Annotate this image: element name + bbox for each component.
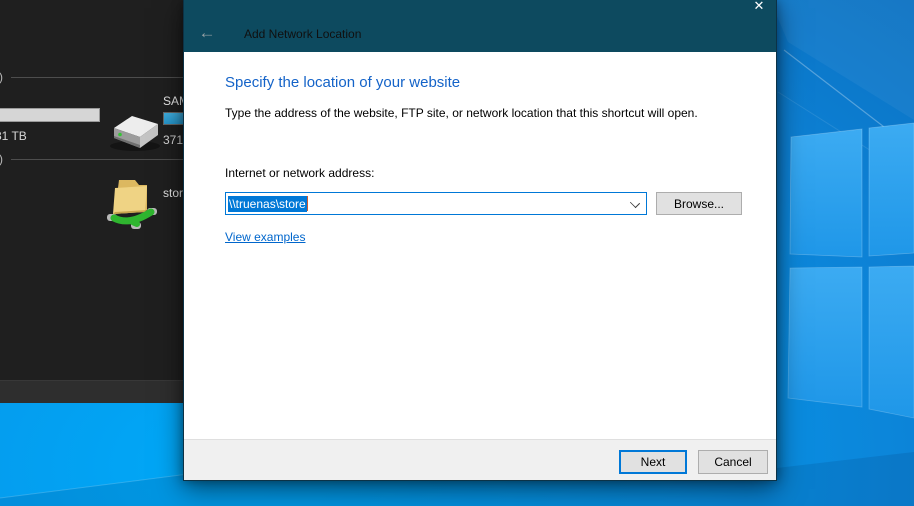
back-icon: ← bbox=[199, 23, 216, 42]
address-combobox[interactable]: \\truenas\store bbox=[225, 192, 647, 215]
network-share-label: stor bbox=[163, 186, 183, 200]
text-caret bbox=[307, 196, 308, 211]
hard-drive-icon bbox=[106, 108, 164, 154]
group-divider-line bbox=[11, 159, 200, 160]
dialog-titlebar: ← Add Network Location ✕ bbox=[184, 0, 776, 52]
cancel-button[interactable]: Cancel bbox=[698, 450, 768, 474]
chevron-down-icon bbox=[630, 198, 640, 208]
dialog-title: Add Network Location bbox=[244, 27, 361, 41]
drives-group-label: ) bbox=[0, 70, 3, 84]
light-beam bbox=[770, 0, 914, 120]
page-title: Specify the location of your website bbox=[225, 74, 460, 91]
dialog-footer: Next Cancel bbox=[184, 439, 776, 480]
drive-free-space: 371 bbox=[163, 133, 183, 147]
dialog-content: Specify the location of your website Typ… bbox=[184, 52, 776, 439]
add-network-location-dialog: ← Add Network Location ✕ Specify the loc… bbox=[183, 0, 777, 481]
close-icon: ✕ bbox=[754, 0, 765, 13]
explorer-status-bar bbox=[0, 380, 200, 403]
windows-logo bbox=[788, 123, 914, 418]
wizard-description: Type the address of the website, FTP sit… bbox=[225, 106, 698, 120]
back-button[interactable]: ← bbox=[194, 22, 220, 44]
drive-free-space: 31 TB bbox=[0, 129, 27, 143]
close-button[interactable]: ✕ bbox=[748, 0, 770, 15]
drive-usage-bar bbox=[0, 108, 100, 122]
file-explorer-window: ) 31 TB SAM 371 ) bbox=[0, 0, 200, 403]
combo-dropdown-button[interactable] bbox=[626, 193, 646, 214]
address-label: Internet or network address: bbox=[225, 166, 374, 180]
drives-group-divider[interactable]: ) bbox=[0, 70, 200, 84]
next-button[interactable]: Next bbox=[619, 450, 687, 474]
view-examples-link[interactable]: View examples bbox=[225, 230, 305, 244]
network-folder-icon bbox=[101, 174, 165, 232]
network-group-divider[interactable]: ) bbox=[0, 152, 200, 166]
browse-button[interactable]: Browse... bbox=[656, 192, 742, 215]
network-group-label: ) bbox=[0, 152, 3, 166]
group-divider-line bbox=[11, 77, 200, 78]
desktop: ) 31 TB SAM 371 ) bbox=[0, 0, 914, 506]
address-selected-text: \\truenas\store bbox=[228, 196, 307, 212]
